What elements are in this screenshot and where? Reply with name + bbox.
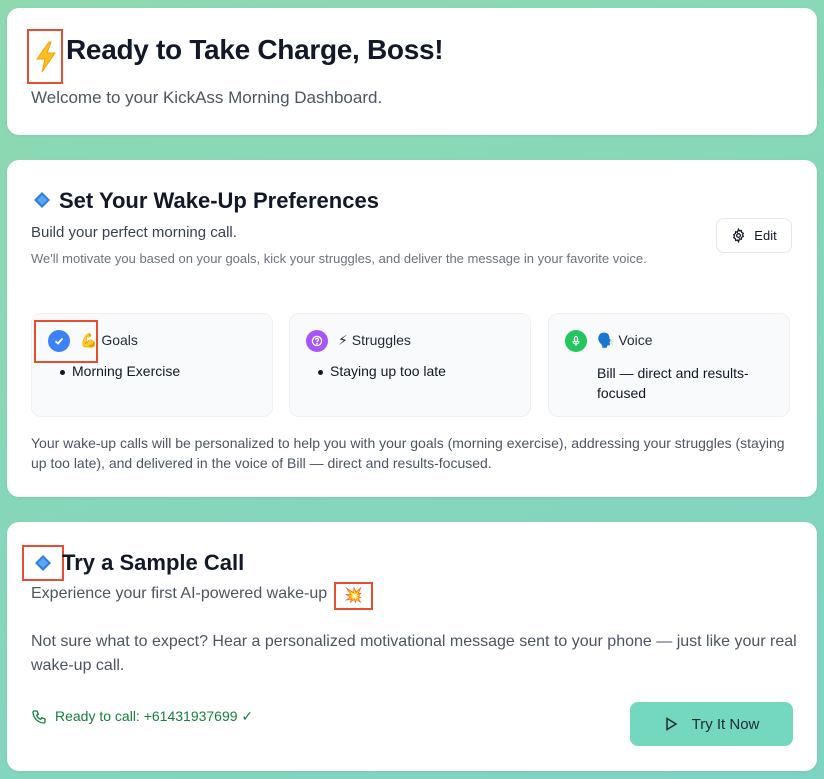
personalization-summary: Your wake-up calls will be personalized … xyxy=(31,435,785,471)
microphone-icon xyxy=(565,330,587,352)
highlight-box-diamond xyxy=(22,545,64,581)
struggles-label: Struggles xyxy=(351,332,411,348)
struggles-list: Staying up too late xyxy=(318,363,446,379)
blue-diamond-icon xyxy=(34,192,50,208)
voice-label: Voice xyxy=(618,332,653,348)
lightning-bolt-icon xyxy=(36,41,56,73)
play-icon xyxy=(665,717,678,731)
section-title: Try a Sample Call xyxy=(62,550,245,575)
voice-label-group: 🗣️ Voice xyxy=(597,332,653,349)
question-icon xyxy=(306,330,328,352)
goals-list: Morning Exercise xyxy=(59,363,181,379)
sample-call-card: Try a Sample Call Experience your first … xyxy=(7,522,817,771)
list-item: Staying up too late xyxy=(318,363,446,379)
try-it-now-label: Try It Now xyxy=(691,715,760,733)
page-subtitle: Welcome to your KickAss Morning Dashboar… xyxy=(31,88,383,107)
section-subtitle: Experience your first AI-powered wake-up xyxy=(31,585,328,602)
collision-icon: 💥 xyxy=(344,587,363,604)
section-title: Set Your Wake-Up Preferences xyxy=(59,188,379,213)
struggles-card: ⚡ Struggles Staying up too late xyxy=(289,313,531,417)
highlight-box-burst: 💥 xyxy=(334,582,373,610)
struggles-label-group: ⚡ Struggles xyxy=(338,332,411,349)
section-subtitle: Build your perfect morning call. xyxy=(31,224,237,241)
welcome-card: Ready to Take Charge, Boss! Welcome to y… xyxy=(7,8,817,135)
speaking-head-icon: 🗣️ xyxy=(597,332,615,348)
section-description: Not sure what to expect? Hear a personal… xyxy=(31,633,797,674)
section-description: We'll motivate you based on your goals, … xyxy=(31,251,647,266)
blue-diamond-icon xyxy=(35,555,51,571)
gear-icon xyxy=(733,228,745,243)
list-item: Morning Exercise xyxy=(59,363,181,379)
goals-label: Goals xyxy=(101,332,138,348)
voice-card: 🗣️ Voice Bill — direct and results-focus… xyxy=(548,313,790,417)
voice-value: Bill — direct and results-focused xyxy=(597,365,749,401)
highlight-box-goals xyxy=(34,320,98,363)
lightning-icon: ⚡ xyxy=(338,332,348,348)
try-it-now-button[interactable]: Try It Now xyxy=(630,702,793,746)
call-status-text: Ready to call: +61431937699 ✓ xyxy=(55,708,254,724)
page-title: Ready to Take Charge, Boss! xyxy=(66,34,444,65)
highlight-box-bolt xyxy=(27,29,63,84)
phone-icon xyxy=(32,709,46,724)
wake-up-preferences-card: Set Your Wake-Up Preferences Build your … xyxy=(7,160,817,497)
call-status: Ready to call: +61431937699 ✓ xyxy=(31,708,253,725)
edit-label: Edit xyxy=(754,228,777,243)
edit-preferences-button[interactable]: Edit xyxy=(716,218,792,253)
